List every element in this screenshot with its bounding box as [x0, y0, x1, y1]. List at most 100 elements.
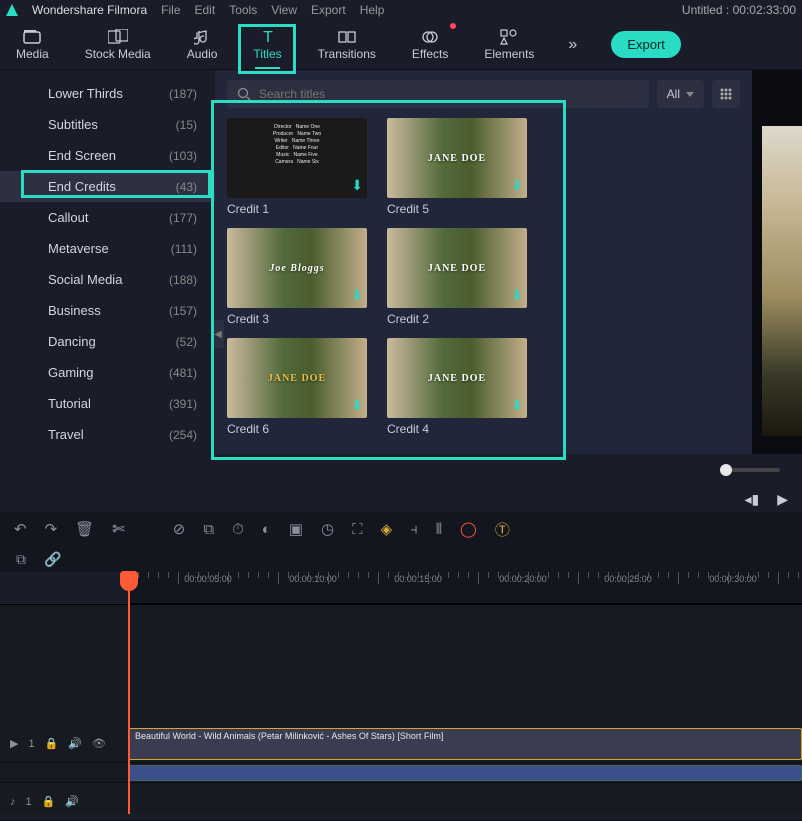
menu-export[interactable]: Export: [311, 3, 346, 17]
gallery-card[interactable]: Director Name OneProducer Name TwoWriter…: [227, 118, 367, 216]
sidebar-item-gaming[interactable]: Gaming(481): [0, 357, 215, 388]
timeline-tracks[interactable]: ▶ 1 🔒 🔊 👁 Beautiful World - Wild Animals…: [0, 604, 802, 814]
delete-button[interactable]: 🗑: [75, 520, 94, 538]
menu-tools[interactable]: Tools: [229, 3, 257, 17]
timeline-ruler[interactable]: 00:00:05:00 00:00:10:00 00:00:15:00 00:0…: [128, 572, 802, 604]
gallery-card-label: Credit 4: [387, 422, 527, 436]
mute-icon[interactable]: 🔊: [68, 737, 82, 750]
download-icon[interactable]: ⬇: [351, 287, 363, 304]
media-icon: [23, 29, 41, 45]
speed-button[interactable]: ⏱: [232, 521, 244, 538]
title-gallery[interactable]: Director Name OneProducer Name TwoWriter…: [215, 118, 752, 454]
toolbar: Media Stock Media Audio T Titles Transit…: [0, 20, 802, 70]
menu-view[interactable]: View: [271, 3, 297, 17]
main-workspace: Lower Thirds(187) Subtitles(15) End Scre…: [0, 70, 802, 454]
split-button[interactable]: ✄: [112, 520, 125, 538]
content-panel: All Director Name OneProducer Name TwoWr…: [215, 70, 752, 454]
crop-button[interactable]: ⧉: [203, 521, 214, 538]
search-box[interactable]: [227, 80, 649, 108]
sidebar-item-business[interactable]: Business(157): [0, 295, 215, 326]
download-icon[interactable]: ⬇: [511, 397, 523, 414]
view-grid-button[interactable]: [712, 80, 740, 108]
menu-help[interactable]: Help: [360, 3, 385, 17]
playhead[interactable]: [128, 573, 130, 814]
tab-stock-media[interactable]: Stock Media: [79, 25, 157, 65]
sidebar-item-end-credits[interactable]: End Credits(43): [0, 171, 215, 202]
elements-icon: [500, 29, 518, 45]
prev-frame-button[interactable]: ◂▮: [744, 491, 759, 508]
download-icon[interactable]: ⬇: [511, 177, 523, 194]
tab-audio[interactable]: Audio: [181, 25, 224, 65]
tab-media[interactable]: Media: [10, 25, 55, 65]
tab-elements[interactable]: Elements: [478, 25, 540, 65]
search-input[interactable]: [259, 87, 639, 101]
disable-button[interactable]: ⊘: [173, 520, 186, 538]
green-screen-button[interactable]: ▣: [289, 520, 303, 538]
tab-transitions[interactable]: Transitions: [312, 25, 382, 65]
category-sidebar[interactable]: Lower Thirds(187) Subtitles(15) End Scre…: [0, 70, 215, 454]
mute-icon[interactable]: 🔊: [65, 795, 79, 808]
video-track[interactable]: ▶ 1 🔒 🔊 👁 Beautiful World - Wild Animals…: [0, 725, 802, 763]
gallery-card[interactable]: JANE DOE⬇ Credit 4: [387, 338, 527, 436]
tab-effects[interactable]: Effects: [406, 25, 454, 65]
gallery-card[interactable]: Joe Bloggs⬇ Credit 3: [227, 228, 367, 326]
keyframe-button[interactable]: ◈: [381, 520, 393, 538]
sidebar-item-lower-thirds[interactable]: Lower Thirds(187): [0, 78, 215, 109]
filter-dropdown[interactable]: All: [657, 80, 704, 108]
sidebar-collapse-handle[interactable]: ◀: [212, 320, 224, 348]
lock-icon[interactable]: 🔒: [45, 737, 59, 750]
link-button[interactable]: 🔗: [44, 551, 61, 568]
play-button[interactable]: ▶: [777, 491, 788, 508]
more-tabs-button[interactable]: »: [568, 36, 577, 54]
timeline-tool-row: ↶ ↷ 🗑 ✄ ⊘ ⧉ ⏱ ◐ ▣ ◷ ⛶ ◈ ⫞ ⫴ ◯ Ⓣ: [0, 512, 802, 546]
video-clip[interactable]: Beautiful World - Wild Animals (Petar Mi…: [128, 728, 802, 760]
menu-edit[interactable]: Edit: [195, 3, 216, 17]
download-icon[interactable]: ⬇: [351, 397, 363, 414]
gallery-card-label: Credit 3: [227, 312, 367, 326]
fit-button[interactable]: ⛶: [352, 521, 363, 538]
sidebar-item-end-screen[interactable]: End Screen(103): [0, 140, 215, 171]
sidebar-item-social-media[interactable]: Social Media(188): [0, 264, 215, 295]
audio-track-number: 1: [26, 796, 32, 808]
track-manager-button[interactable]: ⧉: [16, 551, 26, 568]
audio-mix-button[interactable]: ⫴: [436, 521, 442, 538]
redo-button[interactable]: ↷: [45, 520, 58, 538]
menubar: Wondershare Filmora File Edit Tools View…: [0, 0, 802, 20]
sidebar-item-dancing[interactable]: Dancing(52): [0, 326, 215, 357]
preview-slider[interactable]: [720, 468, 780, 472]
preview-controls: [0, 454, 802, 486]
playback-controls: ◂▮ ▶: [0, 486, 802, 512]
grid-icon: [719, 87, 733, 101]
sidebar-item-subtitles[interactable]: Subtitles(15): [0, 109, 215, 140]
undo-button[interactable]: ↶: [14, 520, 27, 538]
credits-list-thumb: Director Name OneProducer Name TwoWriter…: [233, 124, 361, 192]
effects-icon: [422, 29, 438, 45]
gallery-card-label: Credit 5: [387, 202, 527, 216]
export-button[interactable]: Export: [611, 31, 681, 58]
tab-titles[interactable]: T Titles: [247, 25, 287, 65]
download-icon[interactable]: ⬇: [511, 287, 523, 304]
download-icon[interactable]: ⬇: [351, 177, 363, 194]
sidebar-item-tutorial[interactable]: Tutorial(391): [0, 388, 215, 419]
gallery-card-label: Credit 2: [387, 312, 527, 326]
audio-track-attached[interactable]: [0, 763, 802, 783]
stock-media-icon: [108, 29, 128, 45]
slider-knob[interactable]: [720, 464, 732, 476]
audio-clip[interactable]: [128, 765, 802, 781]
sidebar-item-metaverse[interactable]: Metaverse(111): [0, 233, 215, 264]
text-tool-button[interactable]: Ⓣ: [495, 519, 510, 540]
gallery-card[interactable]: JANE DOE⬇ Credit 2: [387, 228, 527, 326]
lock-icon[interactable]: 🔒: [42, 795, 56, 808]
adjust-button[interactable]: ⫞: [410, 521, 418, 538]
gallery-card-label: Credit 1: [227, 202, 367, 216]
sidebar-item-travel[interactable]: Travel(254): [0, 419, 215, 450]
duration-button[interactable]: ◷: [321, 520, 334, 538]
audio-track[interactable]: ♪ 1 🔒 🔊: [0, 783, 802, 821]
gallery-card[interactable]: JANE DOE⬇ Credit 6: [227, 338, 367, 436]
record-button[interactable]: ◯: [460, 520, 477, 538]
visibility-icon[interactable]: 👁: [92, 737, 106, 750]
color-button[interactable]: ◐: [262, 521, 271, 538]
menu-file[interactable]: File: [161, 3, 180, 17]
gallery-card[interactable]: JANE DOE⬇ Credit 5: [387, 118, 527, 216]
sidebar-item-callout[interactable]: Callout(177): [0, 202, 215, 233]
